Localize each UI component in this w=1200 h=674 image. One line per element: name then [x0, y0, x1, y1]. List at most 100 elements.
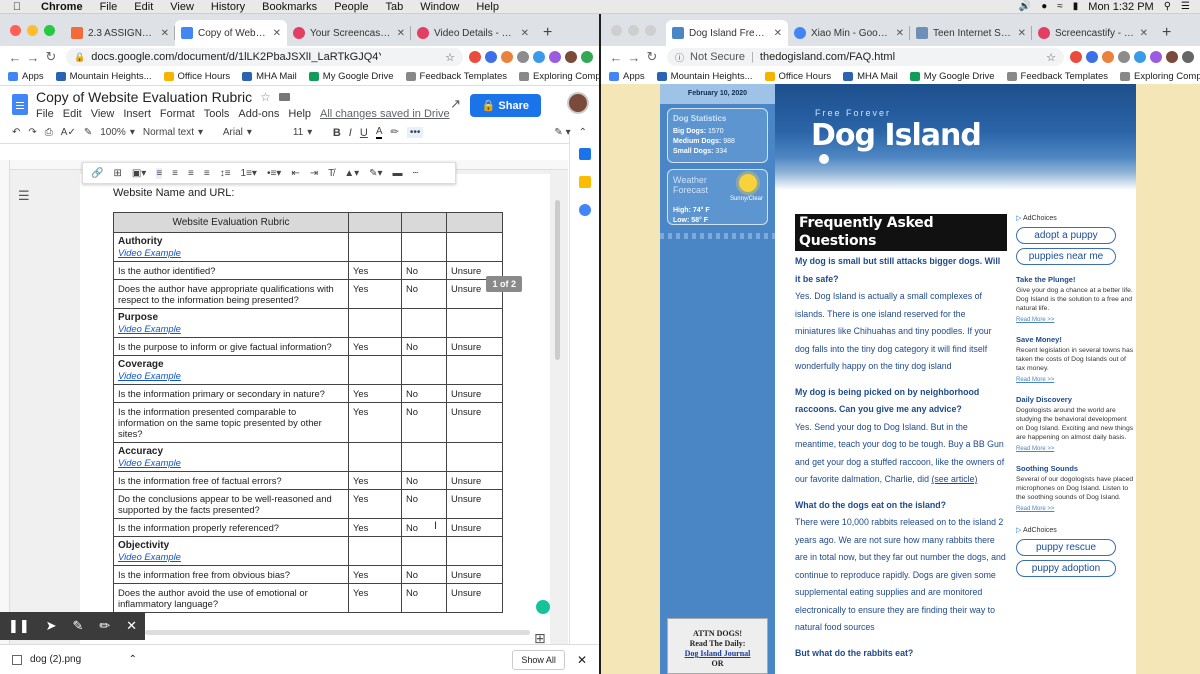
answer-cell[interactable] — [401, 442, 447, 472]
bookmark-star-icon[interactable]: ☆ — [445, 51, 455, 64]
menu-file[interactable]: File — [100, 1, 118, 13]
yes-cell[interactable]: Yes — [348, 402, 402, 443]
side-article-title[interactable]: Daily Discovery — [1016, 395, 1136, 404]
more-options-icon[interactable]: ••• — [406, 127, 424, 138]
pointer-icon[interactable]: ➤ — [46, 618, 57, 634]
tab-screencastify[interactable]: Screencastify - Google✕ — [1032, 20, 1154, 46]
read-more-link[interactable]: Read More >> — [1016, 316, 1136, 325]
tab-teen-safety[interactable]: Teen Internet Safety Tips✕ — [910, 20, 1032, 46]
extension-icon[interactable] — [485, 51, 497, 63]
no-cell[interactable]: No — [401, 261, 447, 280]
reload-icon[interactable]: ↻ — [42, 49, 60, 65]
docs-menu-insert[interactable]: Insert — [123, 108, 151, 120]
close-tab-icon[interactable]: ✕ — [521, 28, 529, 39]
menu-tab[interactable]: Tab — [385, 1, 403, 13]
keep-icon[interactable] — [578, 176, 591, 188]
unsure-cell[interactable]: Unsure — [446, 489, 503, 519]
tab-video-details[interactable]: Video Details - Screencas✕ — [411, 20, 535, 46]
menu-history[interactable]: History — [211, 1, 245, 13]
increase-indent-icon[interactable]: ⇥ — [310, 168, 318, 179]
show-all-button[interactable]: Show All — [512, 649, 565, 670]
download-item[interactable]: dog (2).png ⌃ — [12, 654, 137, 665]
spellcheck-icon[interactable]: A✓ — [61, 127, 76, 138]
paint-format-icon[interactable]: ✎ — [84, 127, 92, 138]
answer-cell[interactable] — [348, 355, 402, 385]
unsure-cell[interactable]: Unsure — [446, 518, 503, 537]
unsure-cell[interactable]: Unsure — [446, 384, 503, 403]
rubric-question-row[interactable]: Does the author have appropriate qualifi… — [113, 279, 503, 309]
menu-view[interactable]: View — [170, 1, 194, 13]
address-bar[interactable]: ⓘ Not Secure | thedogisland.com/FAQ.html… — [667, 48, 1064, 66]
extension-icon[interactable] — [549, 51, 561, 63]
document-page[interactable]: Website Name and URL: Website Evaluation… — [80, 174, 550, 648]
rubric-table-header[interactable]: Website Evaluation Rubric — [113, 212, 349, 233]
explore-icon[interactable]: ⊞ — [534, 630, 546, 647]
extension-icon[interactable] — [1102, 51, 1114, 63]
menu-window[interactable]: Window — [420, 1, 459, 13]
question-cell[interactable]: Is the author identified? — [113, 261, 349, 280]
docs-menu-format[interactable]: Format — [160, 108, 195, 120]
question-cell[interactable]: Is the purpose to inform or give factual… — [113, 337, 349, 356]
tab-assignment[interactable]: 2.3 ASSIGNMENT: Web✕ — [65, 20, 175, 46]
line-spacing-icon[interactable]: ↕≡ — [220, 168, 231, 179]
section-cell[interactable]: Authority Video Example — [113, 232, 349, 262]
rubric-question-row[interactable]: Does the author avoid the use of emotion… — [113, 583, 503, 613]
chevron-up-icon[interactable]: ⌃ — [129, 654, 137, 665]
profile-avatar[interactable] — [1166, 51, 1178, 63]
back-icon[interactable]: ← — [607, 50, 625, 65]
menu-app[interactable]: Chrome — [41, 1, 83, 13]
font-select[interactable]: Arial ▾ — [223, 127, 285, 138]
justify-icon[interactable]: ≡ — [204, 168, 210, 179]
no-cell[interactable]: No — [401, 565, 447, 584]
rubric-question-row[interactable]: Is the information primary or secondary … — [113, 384, 503, 403]
style-select[interactable]: Normal text ▾ — [143, 127, 215, 138]
question-cell[interactable]: Is the information free from obvious bia… — [113, 565, 349, 584]
answer-cell[interactable] — [446, 355, 503, 385]
star-icon[interactable]: ☆ — [260, 90, 271, 104]
bookmark-exploring[interactable]: Exploring Compute... — [1120, 71, 1200, 82]
bookmark-office-hours[interactable]: Office Hours — [764, 71, 831, 82]
bookmark-office-hours[interactable]: Office Hours — [163, 71, 230, 82]
bold-button[interactable]: B — [333, 127, 341, 139]
rubric-question-row[interactable]: Is the information presented comparable … — [113, 402, 503, 443]
unsure-cell[interactable]: Unsure — [446, 402, 503, 443]
forward-icon[interactable]: → — [24, 50, 42, 65]
rubric-section-row[interactable]: Accuracy Video Example — [113, 442, 503, 472]
align-right-icon[interactable]: ≡ — [188, 168, 194, 179]
menu-help[interactable]: Help — [476, 1, 499, 13]
question-cell[interactable]: Is the information primary or secondary … — [113, 384, 349, 403]
question-cell[interactable]: Is the information presented comparable … — [113, 402, 349, 443]
video-example-link[interactable]: Video Example — [118, 323, 344, 334]
highlight-icon[interactable]: ✏ — [390, 127, 398, 138]
yes-cell[interactable]: Yes — [348, 384, 402, 403]
yes-cell[interactable]: Yes — [348, 489, 402, 519]
info-icon[interactable]: ⓘ — [675, 51, 684, 64]
clear-format-icon[interactable]: T̸ — [328, 168, 334, 179]
highlighter-icon[interactable]: ✏ — [99, 618, 110, 634]
bullet-list-icon[interactable]: •≡▾ — [267, 168, 281, 179]
docs-logo-icon[interactable] — [12, 93, 28, 115]
bookmark-exploring[interactable]: Exploring Compute... — [519, 71, 599, 82]
clock[interactable]: Mon 1:32 PM — [1088, 1, 1153, 13]
yes-cell[interactable]: Yes — [348, 583, 402, 613]
rubric-question-row[interactable]: Is the author identified? Yes No Unsure — [113, 261, 503, 280]
undo-icon[interactable]: ↶ — [12, 127, 20, 138]
bookmark-drive[interactable]: My Google Drive — [308, 71, 394, 82]
outline-icon[interactable]: ☰ — [18, 188, 30, 204]
no-cell[interactable]: No — [401, 471, 447, 490]
unsure-cell[interactable]: Unsure — [446, 337, 503, 356]
rubric-section-row[interactable]: Objectivity Video Example — [113, 536, 503, 566]
rubric-question-row[interactable]: Is the information properly referenced? Y… — [113, 518, 503, 537]
tab-screencasts[interactable]: Your Screencasts - Scre✕ — [287, 20, 411, 46]
answer-cell[interactable] — [348, 308, 402, 338]
save-status[interactable]: All changes saved in Drive — [320, 108, 450, 120]
read-more-link[interactable]: Read More >> — [1016, 505, 1136, 514]
video-example-link[interactable]: Video Example — [118, 551, 344, 562]
minimize-window-button[interactable] — [27, 24, 38, 36]
header-cell[interactable] — [446, 212, 503, 233]
extension-icon[interactable] — [533, 51, 545, 63]
extension-icon[interactable] — [517, 51, 529, 63]
yes-cell[interactable]: Yes — [348, 565, 402, 584]
rubric-question-row[interactable]: Is the information free of factual error… — [113, 471, 503, 490]
answer-cell[interactable] — [401, 308, 447, 338]
